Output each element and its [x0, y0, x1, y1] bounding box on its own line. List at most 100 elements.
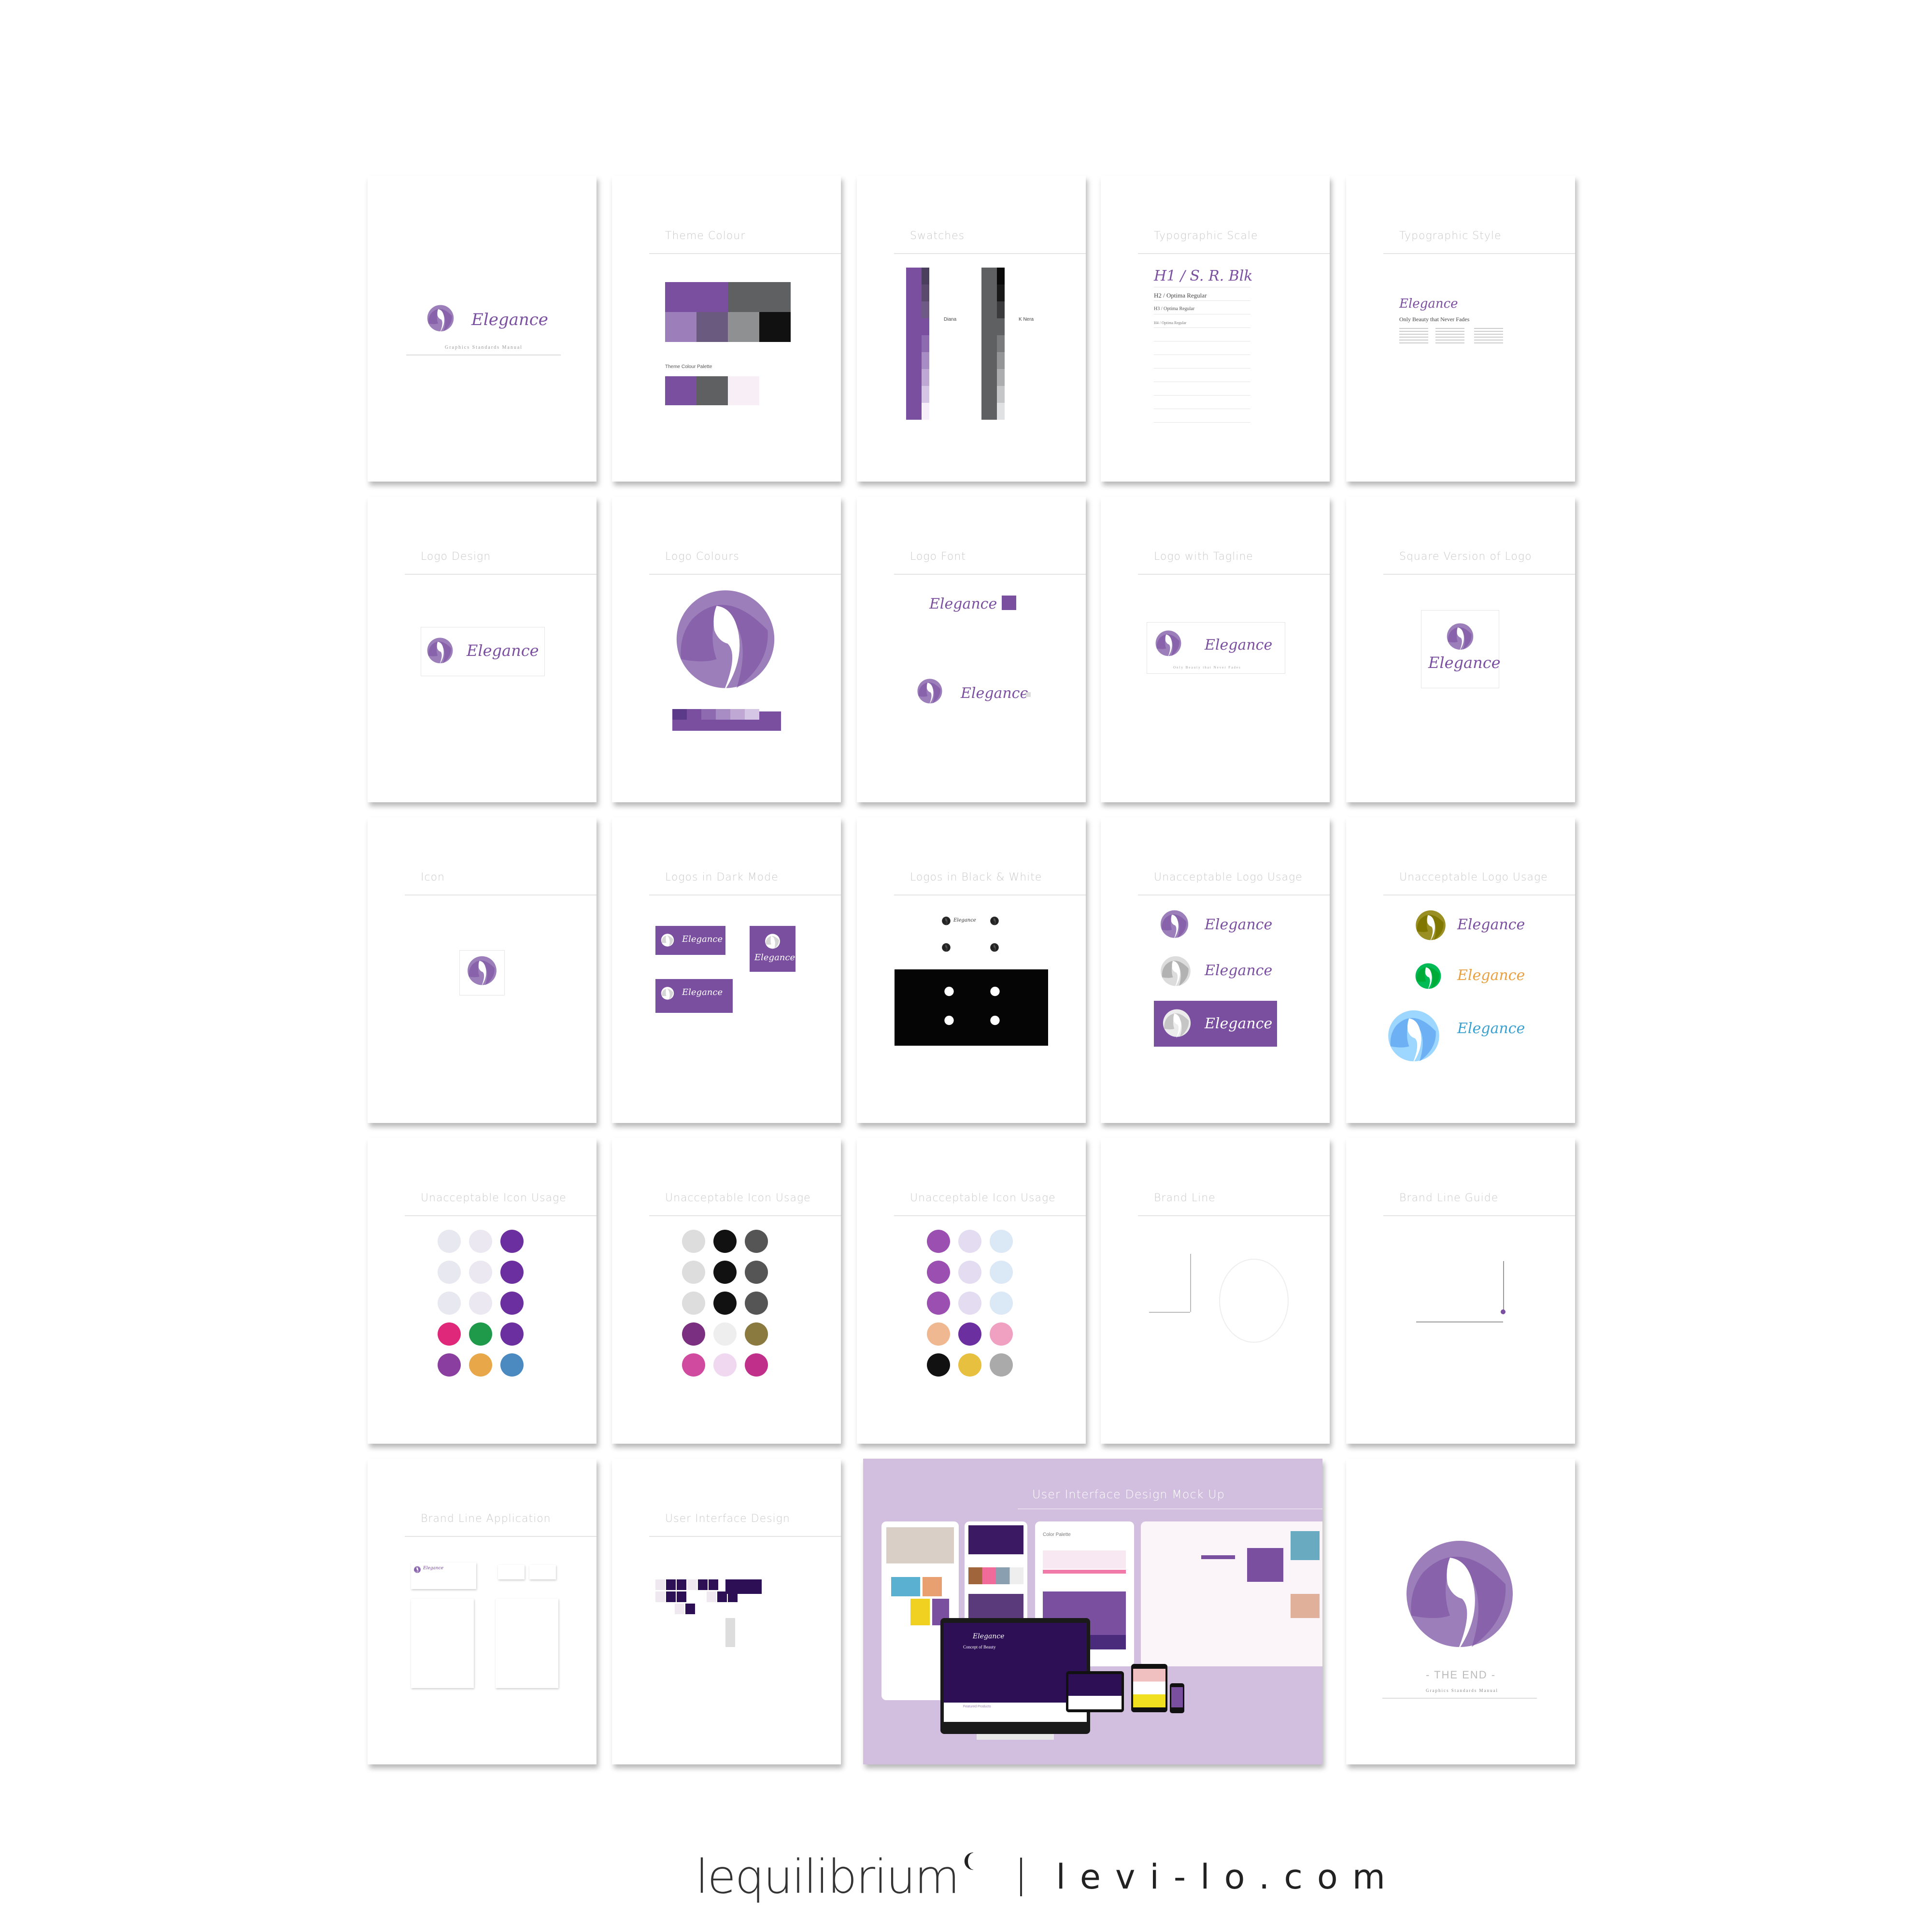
divider: [1020, 1858, 1023, 1896]
logo-wordmark: Elegance: [682, 987, 723, 997]
divider: [1138, 253, 1330, 254]
icon-variant: [500, 1261, 524, 1284]
tagline: Only Beauty that Never Fades: [1399, 316, 1470, 323]
type-h1: H1 / S. R. Blk: [1154, 268, 1253, 284]
icon-variant: [469, 1261, 492, 1284]
text-line: [1399, 337, 1428, 338]
page-title: Logo Font: [910, 551, 966, 563]
icon-variant: [713, 1261, 737, 1284]
swatch: [922, 335, 929, 352]
icon-variant: [713, 1292, 737, 1315]
swatch-purple: [1002, 596, 1016, 610]
swatch: [922, 369, 929, 386]
icon-variant: [745, 1292, 768, 1315]
text-line: [1474, 337, 1503, 338]
swatch-pale: [728, 376, 759, 405]
logo-icon: [1159, 955, 1193, 989]
swatch: [701, 709, 716, 720]
footer-site-link[interactable]: levi-lo.com: [1056, 1857, 1399, 1897]
logo-icon: [1159, 909, 1190, 940]
tagline: Only Beauty that Never Fades: [1173, 666, 1241, 669]
logo-wordmark: Elegance: [953, 918, 976, 923]
manual-page-brandline-guide: Brand Line Guide: [1346, 1138, 1575, 1444]
icon-variant: [990, 1230, 1013, 1253]
manual-page-dark: Logos in Dark Mode Elegance Elegance Elegan…: [612, 817, 841, 1123]
type-h2: H2 / Optima Regular: [1154, 292, 1207, 299]
manual-page-logo-colours: Logo Colours: [612, 497, 841, 802]
text-line: [1474, 328, 1503, 329]
text-line: [1399, 328, 1428, 329]
page-title: Unacceptable Icon Usage: [421, 1192, 567, 1204]
divider: [405, 1536, 597, 1537]
logo-icon: [764, 933, 781, 950]
palette-label: Color Palette: [1043, 1532, 1071, 1537]
icon-variant: [958, 1322, 981, 1346]
manual-page-logo-tagline: Logo with Tagline Elegance Only Beauty tha…: [1101, 497, 1330, 802]
icon-variant: [438, 1353, 461, 1377]
swatch: [922, 403, 929, 420]
brand-line-horizontal: [1149, 1312, 1190, 1313]
swatch-light-purple: [665, 312, 696, 342]
icon-variant: [927, 1261, 950, 1284]
ui-thumbnail: [666, 1591, 676, 1602]
icon-variant: [469, 1353, 492, 1377]
logo-icon: [1399, 1536, 1520, 1657]
manual-page-bw: Logos in Black & White Elegance: [857, 817, 1086, 1123]
divider: [1154, 327, 1250, 328]
footer-brand-logo: lequilibrium: [696, 1850, 960, 1904]
text-line: [1435, 328, 1464, 329]
manual-page-ui: User Interface Design: [612, 1459, 841, 1764]
end-title: - THE END -: [1426, 1669, 1496, 1681]
swatch-name: Diana: [944, 317, 957, 322]
logo-wordmark: Elegance: [1205, 637, 1273, 653]
swatch: [997, 352, 1005, 369]
laptop: [1066, 1671, 1124, 1712]
icon-variant: [958, 1261, 981, 1284]
purple-ramp: [906, 268, 922, 420]
laptop-content: [1068, 1696, 1122, 1709]
swatch: [997, 386, 1005, 403]
type-h4: H4 / Optima Regular: [1154, 321, 1187, 325]
brand-line-vertical: [1190, 1254, 1191, 1312]
logo-wordmark: Elegance: [1205, 1015, 1273, 1032]
ui-thumbnail: [655, 1591, 665, 1602]
page-title: Logo with Tagline: [1154, 551, 1253, 563]
icon-variant: [745, 1353, 768, 1377]
brand-mark-icon: ❨: [960, 1850, 977, 1872]
ui-thumbnail: [725, 1618, 735, 1647]
divider: [649, 1215, 841, 1216]
page-title: Theme Colour: [665, 230, 746, 242]
swatch: [672, 709, 687, 720]
icon-variant: [682, 1230, 705, 1253]
components-screen: [1141, 1521, 1322, 1666]
laptop-screen: [1068, 1674, 1122, 1696]
swatch-dark-grey: [728, 282, 791, 312]
logo-icon: [1385, 1008, 1443, 1066]
ui-thumbnail: [687, 1579, 697, 1590]
page-title: Logos in Dark Mode: [665, 871, 779, 883]
swatch: [745, 709, 759, 720]
featured-label: Featured Products: [963, 1705, 991, 1708]
tablet-device: [1131, 1664, 1167, 1712]
model-photo: [1291, 1594, 1320, 1618]
swatch: [997, 301, 1005, 318]
divider: [1138, 1215, 1330, 1216]
text-line: [1399, 334, 1428, 335]
purple-panel: [1247, 1548, 1283, 1582]
logo-wordmark: Elegance: [929, 596, 997, 612]
text-line: [1399, 340, 1428, 341]
black-background-panel: [895, 969, 1048, 1046]
text-line: [1435, 331, 1464, 332]
ui-thumbnail: [709, 1579, 718, 1590]
text-line: [1435, 342, 1464, 343]
logo-icon: [660, 933, 675, 948]
logo-wordmark: Elegance: [1428, 653, 1501, 672]
logo-wordmark: Elegance: [1205, 962, 1273, 979]
logo-icon: [1161, 1008, 1193, 1039]
swatch: [997, 335, 1005, 352]
type-h3: H3 / Optima Regular: [1154, 306, 1195, 312]
swatch: [687, 709, 701, 720]
divider: [649, 1536, 841, 1537]
swatch: [997, 268, 1005, 284]
swatch: [922, 386, 929, 403]
